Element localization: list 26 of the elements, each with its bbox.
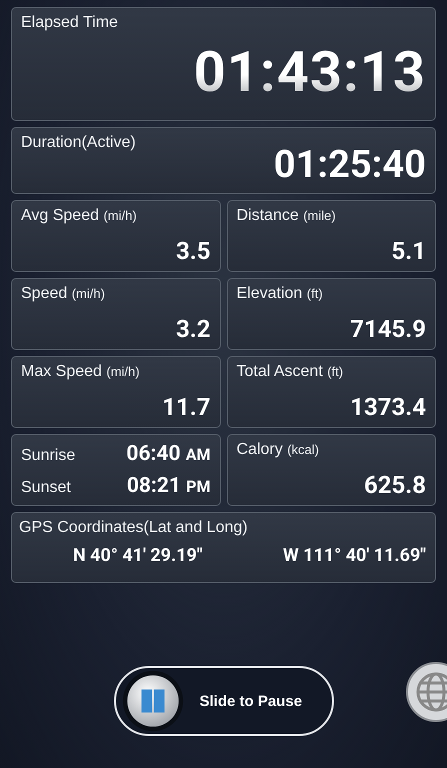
sun-time: 08:21 PM xyxy=(126,474,210,498)
stat-value: 625.8 xyxy=(364,471,426,499)
stat-label: Elevation (ft) xyxy=(236,285,324,303)
sun-time: 06:40 AM xyxy=(126,442,210,466)
stat-label: Calory (kcal) xyxy=(236,441,320,459)
longitude-value: W 111° 40' 11.69" xyxy=(283,545,426,566)
stat-value: 1373.4 xyxy=(350,393,426,421)
duration-label: Duration(Active) xyxy=(21,134,137,152)
stat-label: Speed (mi/h) xyxy=(21,285,106,303)
stat-label: Avg Speed (mi/h) xyxy=(21,207,138,225)
sun-label: Sunset xyxy=(21,479,71,497)
stat-label: Max Speed (mi/h) xyxy=(21,363,141,381)
slide-to-pause-slider[interactable]: Slide to Pause xyxy=(114,666,334,736)
latitude-value: N 40° 41' 29.19" xyxy=(73,545,203,566)
sun-label: Sunrise xyxy=(21,447,76,465)
stat-value: 11.7 xyxy=(162,393,210,421)
stat-value: 3.2 xyxy=(176,315,210,343)
gps-label: GPS Coordinates(Lat and Long) xyxy=(19,519,249,537)
stat-label: Distance (mile) xyxy=(236,207,337,225)
duration-value: 01:25:40 xyxy=(274,146,426,184)
elapsed-time-label: Elapsed Time xyxy=(21,14,119,32)
stat-value: 7145.9 xyxy=(350,315,426,343)
stat-value: 5.1 xyxy=(392,237,426,265)
stat-value: 3.5 xyxy=(176,237,210,265)
stat-label: Total Ascent (ft) xyxy=(236,363,344,381)
pause-thumb[interactable] xyxy=(122,670,184,732)
